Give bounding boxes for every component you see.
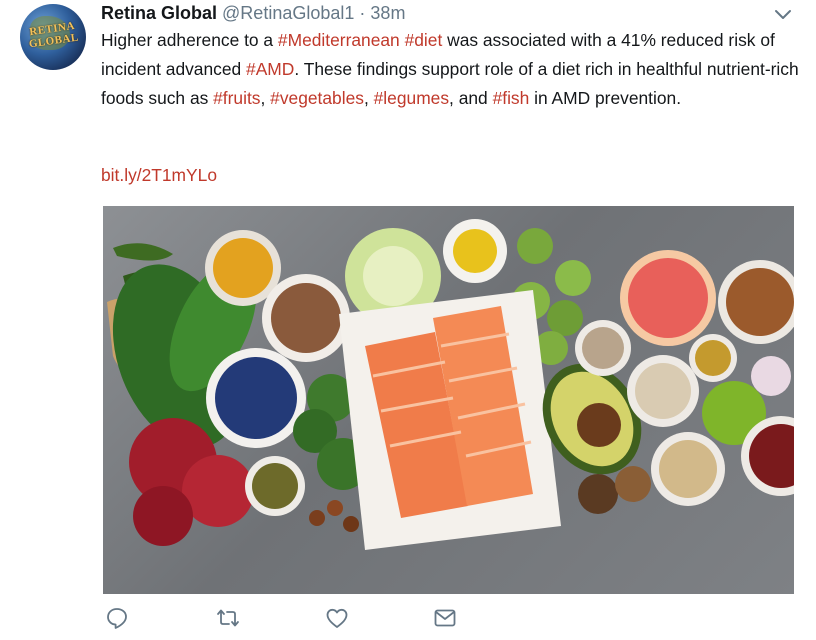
tweet-text-segment: ,: [363, 88, 374, 108]
direct-message-icon[interactable]: [432, 605, 458, 631]
almond-bowl: [718, 260, 794, 344]
header-separator: ·: [359, 3, 366, 23]
hashtag-amd[interactable]: #AMD: [246, 59, 294, 79]
flax-seed-bowl: [262, 274, 350, 362]
hazelnuts: [309, 500, 359, 532]
tweet-image[interactable]: [103, 206, 794, 594]
tweet-text-segment: ,: [260, 88, 271, 108]
user-handle[interactable]: @RetinaGlobal1: [222, 3, 354, 23]
blueberry-bowl: [206, 348, 306, 448]
walnuts: [578, 466, 651, 514]
avatar[interactable]: RETINA GLOBAL: [20, 4, 86, 70]
retweet-icon[interactable]: [215, 605, 241, 631]
like-icon[interactable]: [324, 605, 350, 631]
mung-bean-bowl: [245, 456, 305, 516]
display-name[interactable]: Retina Global: [101, 3, 217, 23]
food-photo-illustration: [107, 219, 794, 550]
tweet-text-segment: , and: [449, 88, 493, 108]
grapefruit: [620, 250, 716, 346]
tweet-text: Higher adherence to a #Mediterranean #di…: [101, 26, 801, 113]
shortened-link[interactable]: bit.ly/2T1mYLo: [101, 165, 217, 186]
tweet-actions-bar: [0, 605, 816, 635]
hashtag-vegetables[interactable]: #vegetables: [270, 88, 364, 108]
tweet-text-segment: Higher adherence to a: [101, 30, 278, 50]
hashtag-mediterranean[interactable]: #Mediterranean: [278, 30, 400, 50]
grain-bowl: [651, 432, 725, 506]
hashtag-diet[interactable]: #diet: [405, 30, 443, 50]
hashtag-fruits[interactable]: #fruits: [213, 88, 260, 108]
tweet-text-segment: in AMD prevention.: [529, 88, 682, 108]
garlic: [751, 356, 791, 396]
reply-icon[interactable]: [104, 605, 130, 631]
chevron-down-icon[interactable]: [772, 5, 794, 23]
tweet-header: Retina Global @RetinaGlobal1 · 38m: [101, 1, 405, 25]
olive-oil-bowl: [443, 219, 507, 283]
timestamp[interactable]: 38m: [370, 3, 405, 23]
hashtag-fish[interactable]: #fish: [493, 88, 530, 108]
hashtag-legumes[interactable]: #legumes: [374, 88, 449, 108]
